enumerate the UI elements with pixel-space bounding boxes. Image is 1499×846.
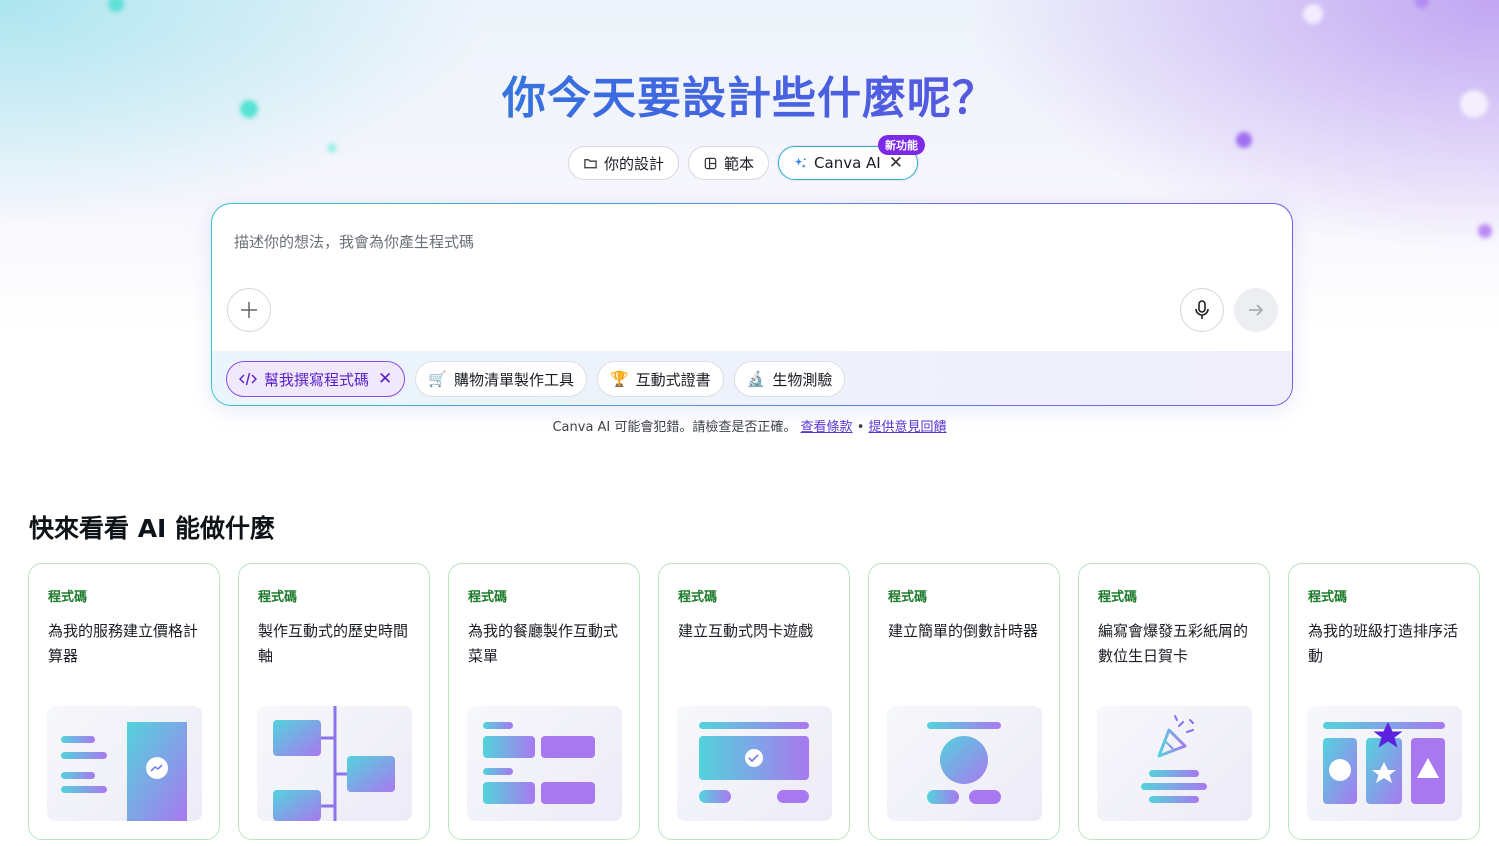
- card-description: 為我的服務建立價格計算器: [48, 622, 199, 665]
- chip-label: 購物清單製作工具: [453, 370, 574, 389]
- card-tag: 程式碼: [48, 590, 88, 605]
- example-card[interactable]: 程式碼 建立互動式閃卡遊戲: [658, 563, 850, 840]
- cart-icon: 🛒: [428, 370, 447, 388]
- sparkle-decoration: [1303, 4, 1323, 24]
- sparkle-decoration: [1478, 224, 1492, 238]
- card-tag: 程式碼: [678, 590, 718, 605]
- card-tag: 程式碼: [1098, 590, 1138, 605]
- example-card[interactable]: 程式碼 為我的班級打造排序活動: [1288, 563, 1480, 840]
- card-tag: 程式碼: [1308, 590, 1348, 605]
- card-description: 製作互動式的歷史時間軸: [258, 622, 409, 665]
- separator: •: [856, 420, 865, 435]
- microphone-button[interactable]: [1180, 288, 1224, 332]
- chip-label: 生物測驗: [772, 370, 833, 389]
- microscope-icon: 🔬: [746, 370, 766, 388]
- sparkle-decoration: [327, 143, 337, 153]
- page-title: 你今天要設計些什麼呢？: [0, 62, 1499, 126]
- suggestion-chip-bar: 幫我撰寫程式碼 ✕ 🛒 購物清單製作工具 🏆 互動式證書 🔬 生物測驗: [212, 351, 1292, 405]
- prompt-input[interactable]: [232, 232, 1136, 252]
- timer-illustration: [887, 706, 1042, 821]
- card-tag: 程式碼: [888, 590, 928, 605]
- disclaimer: Canva AI 可能會犯錯。請檢查是否正確。 查看條款 • 提供意見回饋: [0, 416, 1499, 435]
- sparkle-decoration: [1236, 132, 1252, 148]
- confetti-illustration: [1097, 706, 1252, 821]
- arrow-right-icon: [1249, 304, 1264, 316]
- section-title: 快來看看 AI 能做什麼: [29, 514, 276, 543]
- tab-templates[interactable]: 範本: [688, 146, 770, 180]
- trophy-icon: 🏆: [609, 370, 629, 388]
- tab-label: Canva AI: [814, 154, 881, 172]
- sorting-illustration: [1307, 706, 1462, 821]
- chip-label: 幫我撰寫程式碼: [264, 370, 370, 389]
- card-description: 編寫會爆發五彩紙屑的數位生日賀卡: [1098, 622, 1249, 665]
- chip-label: 互動式證書: [635, 370, 711, 389]
- tab-label: 範本: [724, 154, 755, 173]
- sparkle-decoration: [108, 0, 124, 12]
- chip-biology-quiz[interactable]: 🔬 生物測驗: [733, 361, 846, 397]
- calculator-illustration: [47, 706, 202, 821]
- code-icon: [239, 372, 257, 386]
- tab-canva-ai[interactable]: 新功能 Canva AI ✕: [778, 135, 925, 180]
- sparkle-icon: [794, 157, 806, 168]
- microphone-icon: [1195, 300, 1209, 319]
- example-card[interactable]: 程式碼 編寫會爆發五彩紙屑的數位生日賀卡: [1078, 563, 1270, 840]
- example-card[interactable]: 程式碼 建立簡單的倒數計時器: [868, 563, 1060, 840]
- timeline-illustration: [257, 706, 412, 821]
- flashcard-illustration: [677, 706, 832, 821]
- prompt-box: 幫我撰寫程式碼 ✕ 🛒 購物清單製作工具 🏆 互動式證書 🔬 生物測驗: [211, 203, 1293, 406]
- chip-write-code[interactable]: 幫我撰寫程式碼 ✕: [226, 361, 406, 397]
- feedback-link[interactable]: 提供意見回饋: [869, 420, 947, 435]
- card-tag: 程式碼: [258, 590, 298, 605]
- card-description: 建立簡單的倒數計時器: [888, 622, 1039, 640]
- send-button[interactable]: [1234, 288, 1278, 332]
- folder-icon: [584, 158, 597, 168]
- template-icon: [704, 157, 717, 169]
- tab-your-designs[interactable]: 你的設計: [568, 146, 680, 180]
- menu-illustration: [467, 706, 622, 821]
- mode-tabs: 你的設計 範本 新功能 Canva AI ✕: [568, 135, 925, 180]
- close-icon[interactable]: ✕: [889, 154, 903, 172]
- disclaimer-text: Canva AI 可能會犯錯。請檢查是否正確。: [552, 420, 797, 435]
- example-card[interactable]: 程式碼 為我的餐廳製作互動式菜單: [448, 563, 640, 840]
- example-cards: 程式碼 為我的服務建立價格計算器 程式碼 製作互動式的歷史時間軸 程式碼 為我的…: [28, 563, 1480, 840]
- example-card[interactable]: 程式碼 製作互動式的歷史時間軸: [238, 563, 430, 840]
- sparkle-decoration: [1415, 0, 1429, 8]
- card-tag: 程式碼: [468, 590, 508, 605]
- card-description: 為我的餐廳製作互動式菜單: [468, 622, 619, 665]
- terms-link[interactable]: 查看條款: [801, 420, 853, 435]
- card-description: 建立互動式閃卡遊戲: [678, 622, 814, 640]
- chip-certificate[interactable]: 🏆 互動式證書: [596, 361, 724, 397]
- close-icon[interactable]: ✕: [378, 370, 392, 388]
- example-card[interactable]: 程式碼 為我的服務建立價格計算器: [28, 563, 220, 840]
- chip-shopping-list[interactable]: 🛒 購物清單製作工具: [415, 361, 587, 397]
- add-button[interactable]: [227, 288, 271, 332]
- plus-icon: [241, 302, 257, 318]
- new-feature-badge: 新功能: [877, 135, 925, 155]
- card-description: 為我的班級打造排序活動: [1308, 622, 1459, 665]
- tab-label: 你的設計: [604, 154, 665, 173]
